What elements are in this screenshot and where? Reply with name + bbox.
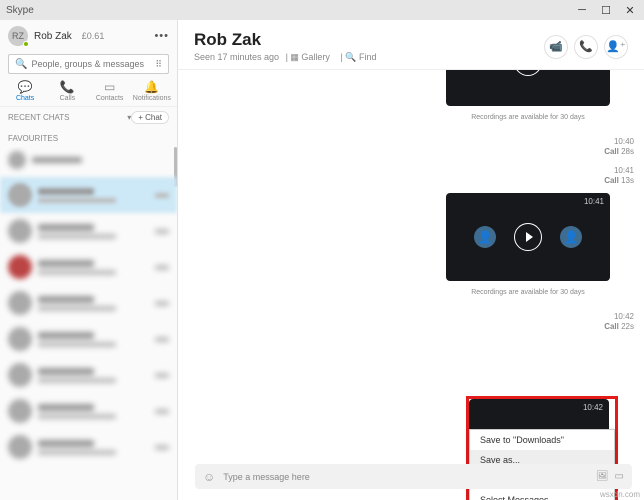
maximize-button[interactable]: ☐ [598,2,614,18]
play-icon [514,70,542,76]
emoji-icon[interactable]: ☺ [203,470,215,484]
minimize-button[interactable]: ─ [574,2,590,18]
recording-note: Recordings are available for 30 days [446,114,610,121]
chat-item[interactable] [0,213,177,249]
recording-time: 10:42 [583,403,603,412]
tab-chats[interactable]: 💬 Chats [4,80,46,102]
menu-save-downloads[interactable]: Save to "Downloads" [470,430,614,450]
contacts-icon: ▭ [104,80,115,94]
status-indicator [23,41,29,47]
chat-item[interactable] [0,249,177,285]
card-icon[interactable]: ▭ [615,471,624,482]
search-input-wrap[interactable]: 🔍 ⠿ [8,54,169,74]
tab-notifications[interactable]: 🔔 Notifications [131,80,173,102]
close-button[interactable]: ✕ [622,2,638,18]
chat-item[interactable] [0,285,177,321]
search-icon: 🔍 [15,59,27,70]
sidebar: RZ Rob Zak £0.61 ••• 🔍 ⠿ 💬 Chats 📞 Calls [0,20,178,500]
new-chat-button[interactable]: + Chat [131,111,169,124]
self-name[interactable]: Rob Zak [34,31,72,42]
play-icon [514,223,542,251]
search-input[interactable] [31,59,151,69]
self-initials: RZ [12,31,24,41]
recording-thumbnail[interactable]: 10:42 [469,399,609,429]
watermark: wsxdn.com [600,490,640,499]
chat-item[interactable] [0,321,177,357]
recording-thumbnail[interactable]: 10:41 👤 👤 [446,193,610,281]
message-input-bar[interactable]: ☺ Type a message here 🖼 ▭ [195,464,632,489]
dialpad-icon[interactable]: ⠿ [155,59,162,70]
chat-icon: 💬 [18,80,33,94]
chat-item[interactable] [0,177,177,213]
call-log-entry: 10:41Call 13s [604,166,634,187]
recent-chats-label: RECENT CHATS [8,113,125,122]
attach-icon[interactable]: 🖼 [596,471,609,482]
call-log-entry: 10:42Call 22s [604,312,634,333]
bell-icon: 🔔 [144,80,159,94]
self-avatar[interactable]: RZ [8,26,28,46]
add-people-button[interactable]: 👤⁺ [604,35,628,59]
phone-icon: 📞 [579,40,593,53]
recording-note: Recordings are available for 30 days [446,289,610,296]
balance[interactable]: £0.61 [82,31,105,41]
recording-time: 10:41 [584,197,604,206]
message-placeholder: Type a message here [223,472,588,482]
tab-calls[interactable]: 📞 Calls [46,80,88,102]
chat-item[interactable] [0,429,177,465]
video-call-button[interactable]: 📹 [544,35,568,59]
gallery-link[interactable]: ▦ Gallery [290,52,334,62]
find-link[interactable]: 🔍 Find [345,52,380,62]
audio-call-button[interactable]: 📞 [574,35,598,59]
add-person-icon: 👤⁺ [606,40,626,53]
more-menu-button[interactable]: ••• [154,30,169,42]
chat-list [0,147,177,500]
conversation-pane: Rob Zak Seen 17 minutes ago | ▦ Gallery … [178,20,644,500]
favourites-label: FAVOURITES [8,134,169,143]
menu-select-messages[interactable]: Select Messages [470,490,614,500]
participant-avatar: 👤 [474,226,496,248]
recording-thumbnail[interactable]: 👤👤 [446,70,610,106]
last-seen: Seen 17 minutes ago [194,52,279,62]
conversation-title: Rob Zak [194,30,544,50]
window-title: Skype [6,5,574,16]
call-log-entry: 10:40Call 28s [604,137,634,158]
tab-contacts[interactable]: ▭ Contacts [89,80,131,102]
participant-avatar: 👤 [560,226,582,248]
phone-icon: 📞 [60,80,75,94]
video-icon: 📹 [549,40,563,53]
chat-item[interactable] [0,357,177,393]
chat-item[interactable] [0,393,177,429]
favourite-item[interactable] [0,147,177,173]
